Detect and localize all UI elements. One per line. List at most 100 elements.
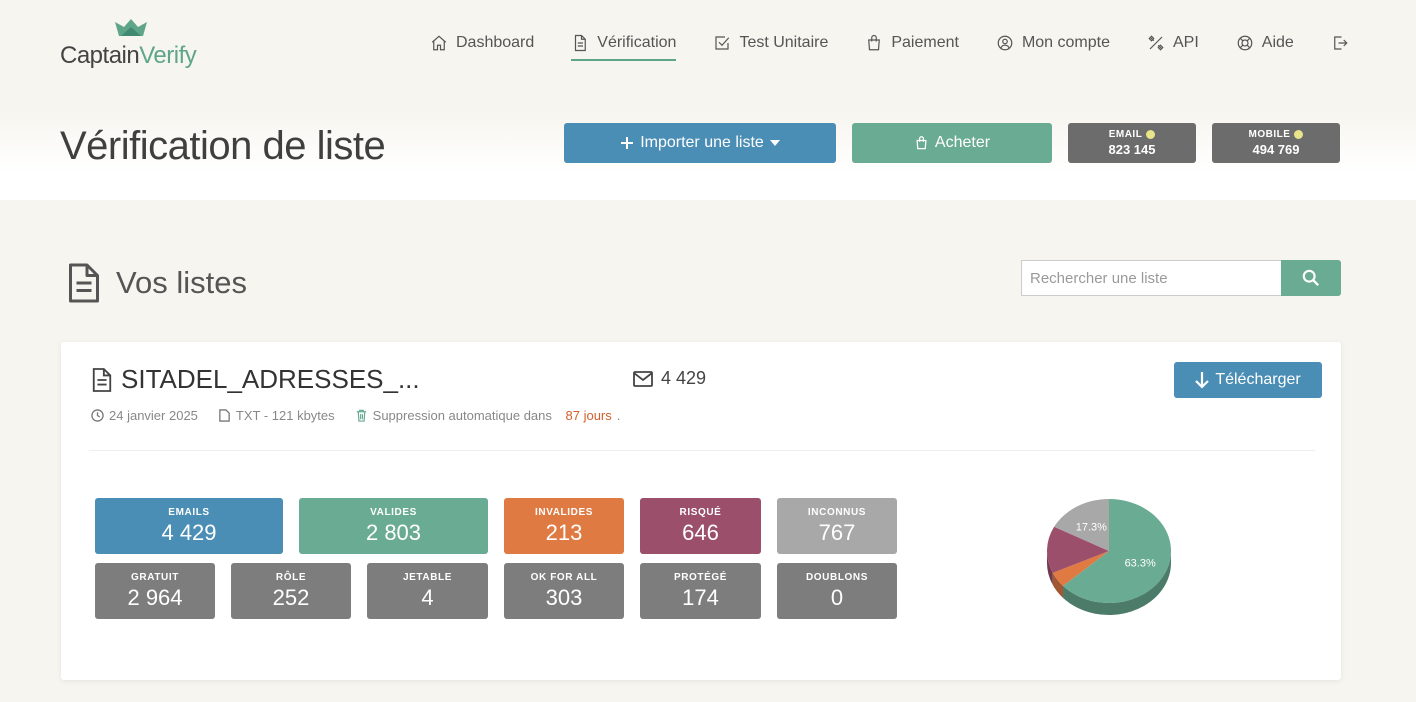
crown-icon bbox=[115, 19, 147, 36]
date-text: 24 janvier 2025 bbox=[109, 408, 198, 423]
stat-risque[interactable]: RISQUÉ 646 bbox=[640, 498, 761, 554]
logo[interactable]: CaptainVerify bbox=[60, 18, 220, 73]
email-credits-value: 823 145 bbox=[1108, 142, 1156, 157]
divider bbox=[89, 450, 1315, 451]
clock-icon bbox=[91, 409, 104, 422]
nav-label: Test Unitaire bbox=[739, 34, 829, 51]
caret-down-icon bbox=[769, 140, 780, 146]
nav-aide[interactable]: Aide bbox=[1236, 28, 1294, 58]
tools-icon bbox=[1148, 35, 1164, 51]
stat-label: DOUBLONS bbox=[805, 572, 869, 583]
download-button[interactable]: Télécharger bbox=[1174, 362, 1322, 398]
stat-label: PROTÉGÉ bbox=[673, 572, 728, 583]
stat-ok-for-all[interactable]: OK FOR ALL 303 bbox=[504, 563, 624, 619]
stat-value: 2 803 bbox=[365, 520, 422, 545]
stat-jetable[interactable]: JETABLE 4 bbox=[367, 563, 488, 619]
pie-slice-label: 63.3% bbox=[1125, 558, 1156, 570]
document-icon bbox=[575, 34, 587, 52]
deletion-days: 87 jours bbox=[565, 408, 612, 423]
list-card: SITADEL_ADRESSES_... 4 429 Télécharger 2… bbox=[61, 342, 1341, 680]
nav-paiement[interactable]: Paiement bbox=[865, 28, 959, 58]
nav-test-unitaire[interactable]: Test Unitaire bbox=[713, 28, 828, 58]
import-label: Importer une liste bbox=[640, 134, 764, 151]
document-icon bbox=[69, 263, 99, 303]
stat-value: 252 bbox=[272, 585, 310, 610]
stat-value: 2 964 bbox=[127, 585, 183, 610]
nav-api[interactable]: API bbox=[1147, 28, 1199, 58]
nav-label: API bbox=[1173, 34, 1199, 51]
stat-role[interactable]: RÔLE 252 bbox=[231, 563, 351, 619]
stat-label: EMAILS bbox=[168, 507, 210, 518]
upload-date: 24 janvier 2025 bbox=[91, 408, 198, 423]
nav-label: Aide bbox=[1261, 34, 1294, 51]
stat-label: OK FOR ALL bbox=[530, 572, 598, 583]
buy-label: Acheter bbox=[934, 134, 991, 151]
search-icon bbox=[1302, 269, 1320, 287]
checkbox-icon bbox=[715, 36, 730, 50]
mobile-credits-badge: MOBILE 494 769 bbox=[1212, 123, 1340, 163]
deletion-prefix: Suppression automatique dans bbox=[372, 408, 552, 423]
import-list-button[interactable]: Importer une liste bbox=[564, 123, 836, 163]
stat-value: 767 bbox=[818, 520, 856, 545]
home-icon bbox=[431, 35, 447, 51]
file-info-text: TXT - 121 kbytes bbox=[235, 408, 335, 423]
nav-dashboard[interactable]: Dashboard bbox=[430, 28, 534, 58]
stat-label: INCONNUS bbox=[807, 507, 867, 518]
stat-label: RÔLE bbox=[275, 572, 307, 583]
stat-protege[interactable]: PROTÉGÉ 174 bbox=[640, 563, 761, 619]
top-bar: CaptainVerify Dashboard Vérification Tes… bbox=[0, 0, 1416, 110]
mobile-credits-label: MOBILE bbox=[1248, 129, 1291, 140]
stat-value: 4 429 bbox=[161, 520, 217, 545]
results-pie-chart: 63.3% 17.3% bbox=[1047, 499, 1171, 615]
user-circle-icon bbox=[997, 35, 1013, 51]
nav-label: Paiement bbox=[891, 34, 959, 51]
file-info: TXT - 121 kbytes bbox=[218, 408, 335, 423]
stat-doublons[interactable]: DOUBLONS 0 bbox=[777, 563, 897, 619]
list-meta: 24 janvier 2025 TXT - 121 kbytes Suppres… bbox=[91, 408, 640, 423]
plus-icon bbox=[621, 137, 634, 149]
search-input[interactable] bbox=[1021, 260, 1281, 296]
section-title: Vos listes bbox=[116, 265, 247, 300]
nav-logout[interactable] bbox=[1331, 28, 1349, 58]
mobile-credits-value: 494 769 bbox=[1252, 142, 1300, 157]
main-nav: Dashboard Vérification Test Unitaire Pai… bbox=[430, 28, 1349, 61]
stat-label: VALIDES bbox=[370, 507, 417, 518]
info-icon[interactable] bbox=[1294, 130, 1304, 139]
logo-text-verify: Verify bbox=[139, 42, 197, 69]
stat-value: 4 bbox=[421, 585, 434, 610]
bag-icon bbox=[916, 136, 927, 150]
email-count-value: 4 429 bbox=[661, 368, 707, 388]
auto-deletion-notice: Suppression automatique dans 87 jours. bbox=[355, 408, 620, 423]
stat-value: 213 bbox=[545, 520, 583, 545]
pie-slice-label: 17.3% bbox=[1076, 522, 1107, 534]
file-icon bbox=[92, 367, 112, 392]
stat-value: 303 bbox=[545, 585, 583, 610]
logout-icon bbox=[1333, 36, 1348, 50]
buy-button[interactable]: Acheter bbox=[852, 123, 1052, 163]
email-credits-label: EMAIL bbox=[1108, 129, 1143, 140]
stat-gratuit[interactable]: GRATUIT 2 964 bbox=[95, 563, 215, 619]
nav-label: Mon compte bbox=[1021, 34, 1110, 51]
list-name: SITADEL_ADRESSES_... bbox=[121, 364, 420, 394]
lifebuoy-icon bbox=[1237, 35, 1253, 51]
stat-value: 646 bbox=[682, 520, 719, 545]
nav-verification[interactable]: Vérification bbox=[571, 28, 677, 61]
search-button[interactable] bbox=[1281, 260, 1341, 296]
page-title: Vérification de liste bbox=[60, 124, 386, 168]
stat-invalides[interactable]: INVALIDES 213 bbox=[504, 498, 624, 554]
file-icon bbox=[219, 409, 230, 422]
list-title[interactable]: SITADEL_ADRESSES_... bbox=[91, 364, 420, 395]
info-icon[interactable] bbox=[1146, 130, 1156, 139]
stat-valides[interactable]: VALIDES 2 803 bbox=[299, 498, 488, 554]
stat-value: 174 bbox=[682, 585, 719, 610]
nav-label: Vérification bbox=[597, 34, 677, 51]
arrow-down-icon bbox=[1195, 372, 1210, 389]
logo-text-captain: Captain bbox=[60, 42, 140, 69]
stat-inconnus[interactable]: INCONNUS 767 bbox=[777, 498, 897, 554]
nav-mon-compte[interactable]: Mon compte bbox=[996, 28, 1110, 58]
search-bar bbox=[1021, 260, 1341, 296]
download-label: Télécharger bbox=[1215, 371, 1301, 388]
nav-label: Dashboard bbox=[456, 34, 535, 51]
stat-emails[interactable]: EMAILS 4 429 bbox=[95, 498, 283, 554]
section-heading: Vos listes bbox=[66, 262, 247, 304]
